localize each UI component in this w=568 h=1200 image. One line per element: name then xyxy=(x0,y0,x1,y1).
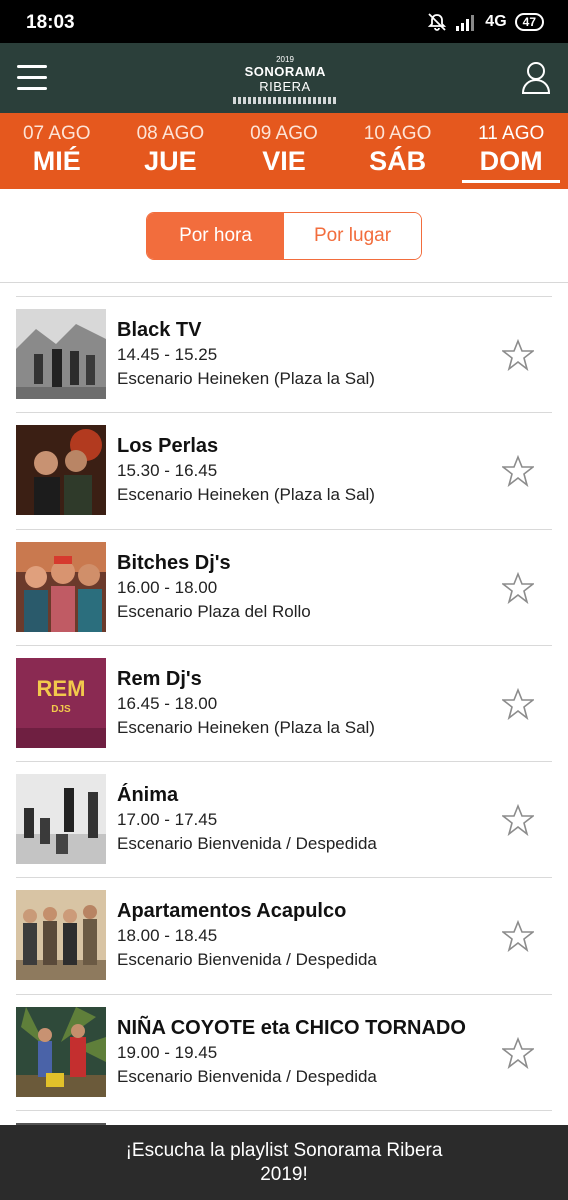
event-list: Black TV 14.45 - 15.25 Escenario Heineke… xyxy=(16,296,552,1200)
event-name: Bitches Dj's xyxy=(117,551,231,574)
tab-date: 10 AGO xyxy=(363,123,432,144)
favorite-button[interactable] xyxy=(500,455,536,488)
event-info: Ánima 17.00 - 17.45 Escenario Bienvenida… xyxy=(117,782,377,856)
tab-date: 11 AGO xyxy=(478,123,545,144)
event-venue: Escenario Heineken (Plaza la Sal) xyxy=(117,369,375,388)
event-info: NIÑA COYOTE eta CHICO TORNADO 19.00 - 19… xyxy=(117,1015,466,1089)
event-item-apartamentos-acapulco[interactable]: Apartamentos Acapulco 18.00 - 18.45 Esce… xyxy=(16,877,552,993)
event-time: 14.45 - 15.25 xyxy=(117,345,218,364)
date-tabs: 07 AGO MIÉ 08 AGO JUE 09 AGO VIE 10 AGO … xyxy=(0,113,568,189)
event-thumbnail xyxy=(16,425,106,516)
favorite-button[interactable] xyxy=(500,571,536,604)
event-item-rem-djs[interactable]: REM DJS Rem Dj's 16.45 - 18.00 Escenario… xyxy=(16,644,552,761)
date-tab-10-ago[interactable]: 10 AGO SÁB xyxy=(341,113,455,189)
event-thumbnail xyxy=(16,309,106,399)
menu-icon-line xyxy=(17,65,47,68)
event-info: Black TV 14.45 - 15.25 Escenario Heineke… xyxy=(117,317,375,391)
event-thumbnail xyxy=(16,541,106,632)
date-tab-07-ago[interactable]: 07 AGO MIÉ xyxy=(0,113,114,189)
event-item-anima[interactable]: Ánima 17.00 - 17.45 Escenario Bienvenida… xyxy=(16,761,552,877)
event-venue: Escenario Bienvenida / Despedida xyxy=(117,1066,377,1086)
view-toggle: Por hora Por lugar xyxy=(146,212,422,260)
status-bar: 18:03 4G 47 xyxy=(0,0,568,43)
event-name: Black TV xyxy=(117,319,202,341)
mute-bell-icon xyxy=(428,13,447,31)
divider xyxy=(0,282,568,283)
signal-icon xyxy=(456,15,475,31)
sonorama-logo: 2019 SONORAMA RIBERA xyxy=(225,55,345,104)
event-venue: Escenario Plaza del Rollo xyxy=(117,601,311,621)
event-venue: Escenario Bienvenida / Despedida xyxy=(117,834,377,854)
event-thumbnail xyxy=(16,1006,106,1097)
tab-day: SÁB xyxy=(369,146,427,176)
date-tab-09-ago[interactable]: 09 AGO VIE xyxy=(227,113,341,189)
tab-date: 07 AGO xyxy=(22,123,91,144)
menu-icon-line xyxy=(17,76,47,79)
star-icon xyxy=(500,338,536,372)
logo-tagline xyxy=(233,97,337,104)
star-icon xyxy=(500,687,536,720)
logo-year: 2019 xyxy=(276,55,294,64)
event-thumbnail xyxy=(16,890,106,981)
event-time: 18.00 - 18.45 xyxy=(117,926,218,946)
event-item-black-tv[interactable]: Black TV 14.45 - 15.25 Escenario Heineke… xyxy=(16,296,552,412)
event-name: Ánima xyxy=(117,784,179,807)
star-icon xyxy=(500,1036,536,1069)
logo-name: SONORAMA RIBERA xyxy=(244,64,326,94)
favorite-button[interactable] xyxy=(500,804,536,837)
star-icon xyxy=(500,804,536,837)
tab-date: 08 AGO xyxy=(136,123,205,144)
user-profile-button[interactable] xyxy=(521,61,551,95)
event-time: 19.00 - 19.45 xyxy=(117,1042,218,1062)
event-info: Bitches Dj's 16.00 - 18.00 Escenario Pla… xyxy=(117,550,311,624)
event-venue: Escenario Bienvenida / Despedida xyxy=(117,950,377,970)
event-item-los-perlas[interactable]: Los Perlas 15.30 - 16.45 Escenario Heine… xyxy=(16,412,552,528)
event-name: Los Perlas xyxy=(117,435,219,458)
event-time: 16.00 - 18.00 xyxy=(117,577,218,597)
battery-indicator: 47 xyxy=(514,13,544,31)
menu-button[interactable] xyxy=(17,65,47,91)
event-item-nina-coyote[interactable]: NIÑA COYOTE eta CHICO TORNADO 19.00 - 19… xyxy=(16,993,552,1110)
svg-text:REM: REM xyxy=(37,676,86,701)
menu-icon-line xyxy=(17,87,47,90)
event-item-bitches-djs[interactable]: Bitches Dj's 16.00 - 18.00 Escenario Pla… xyxy=(16,528,552,645)
status-time: 18:03 xyxy=(26,12,75,33)
star-icon xyxy=(500,455,536,488)
event-thumbnail xyxy=(16,774,106,865)
by-hour-toggle[interactable]: Por hora xyxy=(147,213,284,259)
event-time: 16.45 - 18.00 xyxy=(117,693,218,713)
status-icons: 4G 47 xyxy=(427,11,544,33)
tab-day: JUE xyxy=(144,146,197,176)
event-time: 17.00 - 17.45 xyxy=(117,810,218,830)
favorite-button[interactable] xyxy=(500,687,536,720)
app-bar: 2019 SONORAMA RIBERA xyxy=(0,43,568,113)
user-icon xyxy=(521,62,551,94)
svg-text:DJS: DJS xyxy=(51,704,71,715)
tab-day: MIÉ xyxy=(32,146,81,176)
favorite-button[interactable] xyxy=(500,338,536,372)
event-venue: Escenario Heineken (Plaza la Sal) xyxy=(117,485,375,505)
star-icon xyxy=(500,571,536,604)
network-type: 4G xyxy=(485,13,507,30)
playlist-banner[interactable]: ¡Escucha la playlist Sonorama Ribera 201… xyxy=(0,1125,568,1200)
event-venue: Escenario Heineken (Plaza la Sal) xyxy=(117,717,375,737)
star-icon xyxy=(500,920,536,953)
favorite-button[interactable] xyxy=(500,920,536,953)
date-tab-11-ago[interactable]: 11 AGO DOM xyxy=(454,113,568,189)
tab-date: 09 AGO xyxy=(250,123,318,144)
event-name: Apartamentos Acapulco xyxy=(117,900,347,923)
event-time: 15.30 - 16.45 xyxy=(117,461,218,481)
favorite-button[interactable] xyxy=(500,1036,536,1069)
event-info: Apartamentos Acapulco 18.00 - 18.45 Esce… xyxy=(117,898,377,972)
date-tab-08-ago[interactable]: 08 AGO JUE xyxy=(114,113,228,189)
event-info: Los Perlas 15.30 - 16.45 Escenario Heine… xyxy=(117,433,375,507)
event-name: Rem Dj's xyxy=(117,667,202,690)
event-thumbnail: REM DJS xyxy=(16,657,106,748)
tab-day: VIE xyxy=(262,146,306,176)
event-info: Rem Dj's 16.45 - 18.00 Escenario Heineke… xyxy=(117,666,375,740)
event-name: NIÑA COYOTE eta CHICO TORNADO xyxy=(117,1016,466,1039)
tab-day: DOM xyxy=(479,146,543,176)
by-place-toggle[interactable]: Por lugar xyxy=(284,213,421,259)
